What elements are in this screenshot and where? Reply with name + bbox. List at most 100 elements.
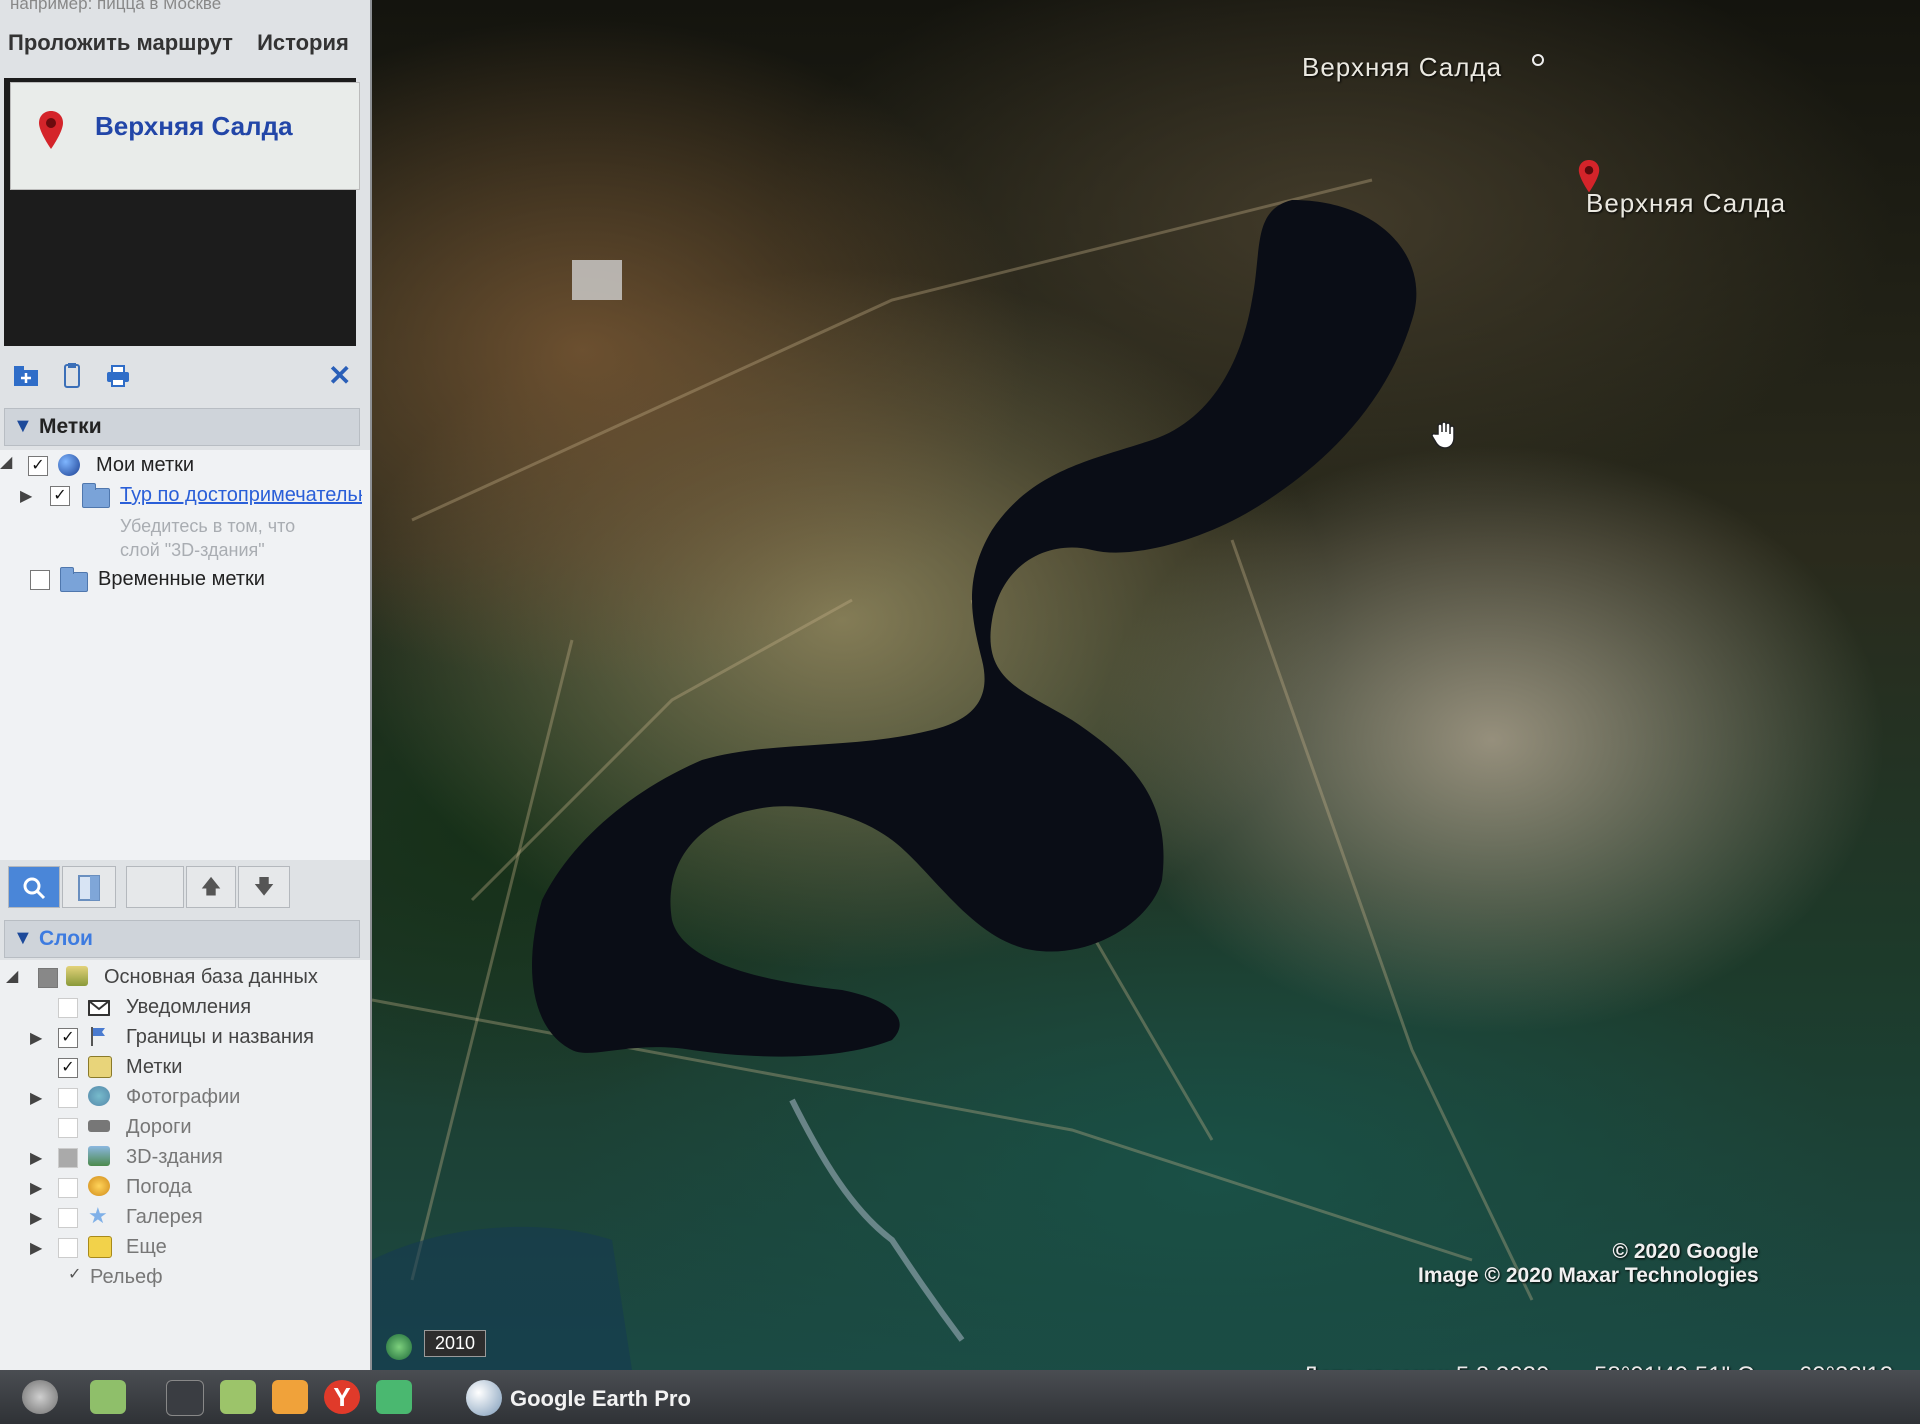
layer-label[interactable]: Погода [126, 1176, 192, 1199]
collapse-triangle-icon: ▼ [13, 927, 33, 949]
expand-arrow-icon[interactable]: ▶ [30, 1208, 42, 1228]
taskbar-app-google-earth[interactable]: Google Earth Pro [466, 1380, 696, 1416]
search-results-panel: Верхняя Салда [4, 78, 360, 346]
expand-arrow-icon[interactable]: ◢ [0, 452, 12, 472]
search-hint[interactable]: например: пицца в Москве [10, 0, 221, 14]
collapse-triangle-icon: ▼ [13, 415, 33, 437]
sidebar-toggle-button[interactable] [62, 866, 116, 908]
latitude-readout: 58°01'49,51" С [1594, 1362, 1754, 1370]
yandex-browser-icon[interactable]: Y [324, 1380, 360, 1414]
layer-checkbox[interactable] [58, 1178, 78, 1198]
envelope-icon [88, 1000, 110, 1016]
layer-label[interactable]: Уведомления [126, 996, 251, 1019]
app-icon[interactable] [376, 1380, 412, 1414]
panel-nav-toolbar: 🡅 🡇 [8, 866, 358, 912]
expand-arrow-icon[interactable]: ▶ [30, 1148, 42, 1168]
search-icon [23, 877, 46, 900]
layer-checkbox[interactable] [58, 1148, 78, 1168]
tour-link[interactable]: Тур по достопримечательностям [120, 484, 362, 507]
places-toolbar: ✕ [8, 356, 358, 396]
search-tabs: Проложить маршрут История [8, 30, 367, 56]
layer-checkbox[interactable] [58, 1088, 78, 1108]
layer-checkbox[interactable]: ✓ [58, 1058, 78, 1078]
layers-panel-header[interactable]: ▼ Слои [4, 920, 360, 958]
database-layers-icon [66, 966, 88, 986]
star-icon: ★ [88, 1203, 108, 1228]
tour-checkbox[interactable]: ✓ [50, 486, 70, 506]
layer-checkbox[interactable] [58, 1118, 78, 1138]
folder-icon [82, 483, 110, 508]
expand-arrow-icon[interactable]: ▶ [30, 1178, 42, 1198]
tour-note: Убедитесь в том, что [120, 516, 296, 536]
places-tree: ◢ ✓ Мои метки ▶ ✓ Тур по достопримечател… [0, 450, 370, 860]
layer-checkbox[interactable] [38, 968, 58, 988]
hand-cursor-icon [1431, 421, 1455, 449]
print-icon[interactable] [104, 362, 132, 390]
search-result-card[interactable]: Верхняя Салда [10, 82, 360, 190]
sun-icon [88, 1176, 110, 1196]
move-up-button[interactable]: 🡅 [186, 866, 236, 908]
historical-year-badge[interactable]: 2010 [424, 1330, 487, 1357]
layer-label[interactable]: Основная база данных [104, 966, 318, 989]
3d-buildings-icon [88, 1146, 110, 1166]
arrow-up-icon: 🡅 [200, 876, 222, 898]
show-desktop-icon[interactable] [90, 1380, 126, 1414]
town-label[interactable]: Верхняя Салда [1302, 52, 1502, 83]
copyright-imagery: Image © 2020 Maxar Technologies [1418, 1264, 1759, 1287]
tab-directions[interactable]: Проложить маршрут [8, 30, 233, 55]
start-menu-icon[interactable] [22, 1380, 58, 1414]
layer-label[interactable]: Границы и названия [126, 1026, 314, 1049]
layer-checkbox[interactable] [58, 998, 78, 1018]
blank-button[interactable] [126, 866, 184, 908]
copyright-notice: © 2020 Google Image © 2020 Maxar Technol… [1418, 1240, 1759, 1288]
historical-imagery-icon[interactable] [386, 1334, 412, 1360]
app-icon[interactable] [272, 1380, 308, 1414]
imagery-date: Дата съемки: 5.8.2020 [1302, 1362, 1549, 1370]
places-panel-header[interactable]: ▼ Метки [4, 408, 360, 446]
copyright-google: © 2020 Google [1612, 1240, 1759, 1263]
map-view[interactable]: Верхняя Салда Верхняя Салда © 2020 Googl… [372, 0, 1920, 1370]
map-status-bar: Дата съемки: 5.8.2020 58°01'49,51" С 60°… [1302, 1362, 1920, 1370]
temporary-places-label[interactable]: Временные метки [98, 568, 265, 591]
placemark-layer-icon [88, 1056, 112, 1078]
add-folder-icon[interactable] [12, 362, 40, 390]
my-places-label[interactable]: Мои метки [96, 454, 194, 477]
expand-arrow-icon[interactable]: ▶ [30, 1028, 42, 1048]
layer-label[interactable]: Еще [126, 1236, 167, 1259]
sidebar-icon [78, 875, 100, 901]
layer-checkbox[interactable] [58, 1208, 78, 1228]
taskbar-app-label: Google Earth Pro [510, 1386, 691, 1411]
terminal-icon[interactable] [166, 1380, 204, 1416]
map-pin-icon [39, 111, 63, 149]
expand-arrow-icon[interactable]: ▶ [30, 1238, 42, 1258]
expand-arrow-icon[interactable]: ▶ [20, 486, 32, 506]
placemark-label[interactable]: Верхняя Салда [1586, 188, 1786, 219]
expand-arrow-icon[interactable]: ◢ [6, 966, 18, 986]
files-icon[interactable] [220, 1380, 256, 1414]
tab-history[interactable]: История [257, 30, 349, 55]
terrain-check-icon[interactable]: ✓ [68, 1264, 81, 1284]
layer-label[interactable]: Метки [126, 1056, 182, 1079]
layer-label[interactable]: Рельеф [90, 1266, 163, 1289]
places-header-label: Метки [39, 415, 102, 438]
layer-label[interactable]: 3D-здания [126, 1146, 223, 1169]
folder-icon [60, 567, 88, 592]
layer-checkbox[interactable]: ✓ [58, 1028, 78, 1048]
close-icon[interactable]: ✕ [328, 362, 356, 390]
tour-note: слой "3D-здания" [120, 540, 265, 560]
layer-label[interactable]: Дороги [126, 1116, 192, 1139]
layer-label[interactable]: Галерея [126, 1206, 203, 1229]
temporary-places-checkbox[interactable] [30, 570, 50, 590]
road-icon [88, 1120, 110, 1132]
copy-icon[interactable] [58, 362, 86, 390]
my-places-checkbox[interactable]: ✓ [28, 456, 48, 476]
longitude-readout: 60°33'12, [1799, 1362, 1900, 1370]
google-earth-icon [466, 1380, 502, 1416]
move-down-button[interactable]: 🡇 [238, 866, 290, 908]
layer-label[interactable]: Фотографии [126, 1086, 240, 1109]
layer-checkbox[interactable] [58, 1238, 78, 1258]
search-panel-button[interactable] [8, 866, 60, 908]
town-dot-icon [1532, 54, 1544, 66]
expand-arrow-icon[interactable]: ▶ [30, 1088, 42, 1108]
sidebar: например: пицца в Москве Проложить маршр… [0, 0, 372, 1370]
